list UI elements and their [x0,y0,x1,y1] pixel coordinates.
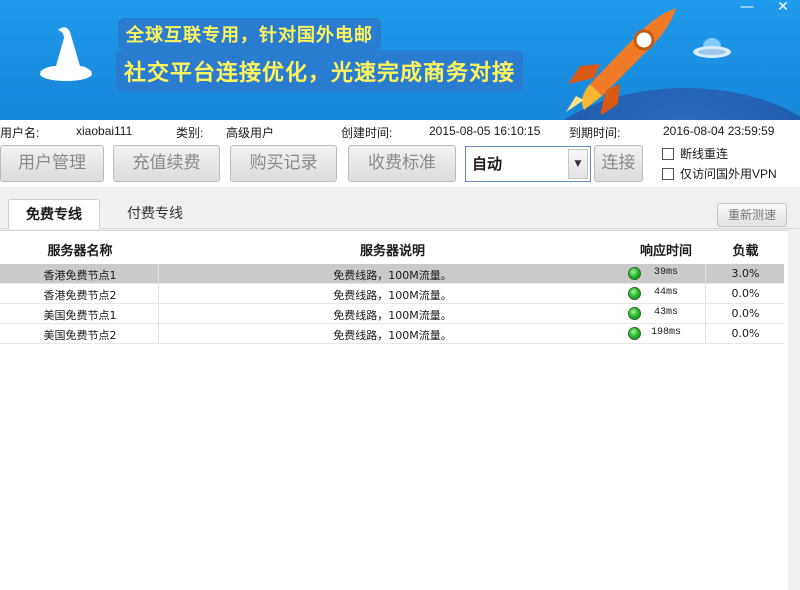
table-header: 服务器名称 服务器说明 响应时间 负载 [0,231,788,264]
wizard-hat-logo-icon [40,27,92,81]
created-time-label: 创建时间: [341,126,393,140]
username-label: 用户名: [0,126,40,140]
table-row[interactable]: 香港免费节点2 免费线路，100M流量。 44ms 0.0% [0,284,784,304]
recharge-button[interactable]: 充值续费 [113,145,220,182]
close-button[interactable]: ✕ [770,0,796,16]
server-desc: 免费线路，100M流量。 [333,289,452,302]
status-online-icon [628,327,641,340]
chevron-down-icon[interactable]: ▼ [568,149,588,179]
server-desc: 免费线路，100M流量。 [333,269,452,282]
server-desc: 免费线路，100M流量。 [333,309,452,322]
server-panel: 免费专线 付费专线 重新测速 服务器名称 服务器说明 响应时间 负载 香港免费节… [0,187,800,590]
table-row[interactable]: 美国免费节点1 免费线路，100M流量。 43ms 0.0% [0,304,784,324]
server-latency: 44ms [653,287,678,298]
server-name: 美国免费节点1 [43,309,117,322]
status-online-icon [628,267,641,280]
connection-mode-select[interactable]: 自动 ▼ [465,146,591,182]
tab-paid-lines[interactable]: 付费专线 [110,199,200,229]
status-online-icon [628,307,641,320]
ufo-icon [693,38,731,58]
server-load: 0.0% [731,287,760,300]
retest-speed-button[interactable]: 重新测速 [717,203,787,227]
server-load: 0.0% [731,307,760,320]
connection-mode-value: 自动 [472,155,503,173]
col-load: 负载 [732,244,759,259]
server-latency: 39ms [653,267,678,278]
user-type-value: 高级用户 [226,126,275,140]
slogan-line2: 社交平台连接优化，光速完成商务对接 [116,50,524,92]
foreign-only-checkbox[interactable] [662,168,674,180]
server-table: 服务器名称 服务器说明 响应时间 负载 香港免费节点1 免费线路，100M流量。… [0,230,788,590]
auto-reconnect-option[interactable]: 断线重连 [662,145,728,162]
expire-time-label: 到期时间: [569,126,621,140]
foreign-only-label: 仅访问国外用VPN [680,167,777,181]
user-manage-button[interactable]: 用户管理 [0,145,104,182]
server-latency: 198ms [650,327,681,338]
line-tabs: 免费专线 付费专线 重新测速 [0,187,800,229]
foreign-only-option[interactable]: 仅访问国外用VPN [662,165,777,182]
connect-button[interactable]: 连接 [594,145,643,182]
created-time-value: 2015-08-05 16:10:15 [429,124,541,138]
minimize-button[interactable]: — [734,0,760,16]
col-server-name: 服务器名称 [47,244,113,259]
col-latency: 响应时间 [639,244,692,259]
slogan-line1: 全球互联专用，针对国外电邮 [118,18,381,50]
server-load: 3.0% [731,267,760,280]
auto-reconnect-checkbox[interactable] [662,148,674,160]
col-server-desc: 服务器说明 [359,244,425,259]
table-row[interactable]: 美国免费节点2 免费线路，100M流量。 198ms 0.0% [0,324,784,344]
server-load: 0.0% [731,327,760,340]
pricing-button[interactable]: 收费标准 [348,145,456,182]
purchase-record-button[interactable]: 购买记录 [230,145,337,182]
server-latency: 43ms [653,307,678,318]
user-type-label: 类别: [176,126,204,140]
table-row[interactable]: 香港免费节点1 免费线路，100M流量。 39ms 3.0% [0,264,784,284]
header-banner: 全球互联专用，针对国外电邮 社交平台连接优化，光速完成商务对接 — ✕ [0,0,800,120]
tab-free-lines[interactable]: 免费专线 [8,199,100,229]
auto-reconnect-label: 断线重连 [680,147,729,161]
status-online-icon [628,287,641,300]
account-info-row: 用户名: xiaobai111 类别: 高级用户 创建时间: 2015-08-0… [0,120,800,142]
rocket-icon [566,8,676,114]
username-value: xiaobai111 [76,124,133,138]
server-name: 香港免费节点2 [43,289,117,302]
server-name: 香港免费节点1 [43,269,117,282]
server-name: 美国免费节点2 [43,329,117,342]
server-desc: 免费线路，100M流量。 [333,329,452,342]
expire-time-value: 2016-08-04 23:59:59 [663,124,775,138]
